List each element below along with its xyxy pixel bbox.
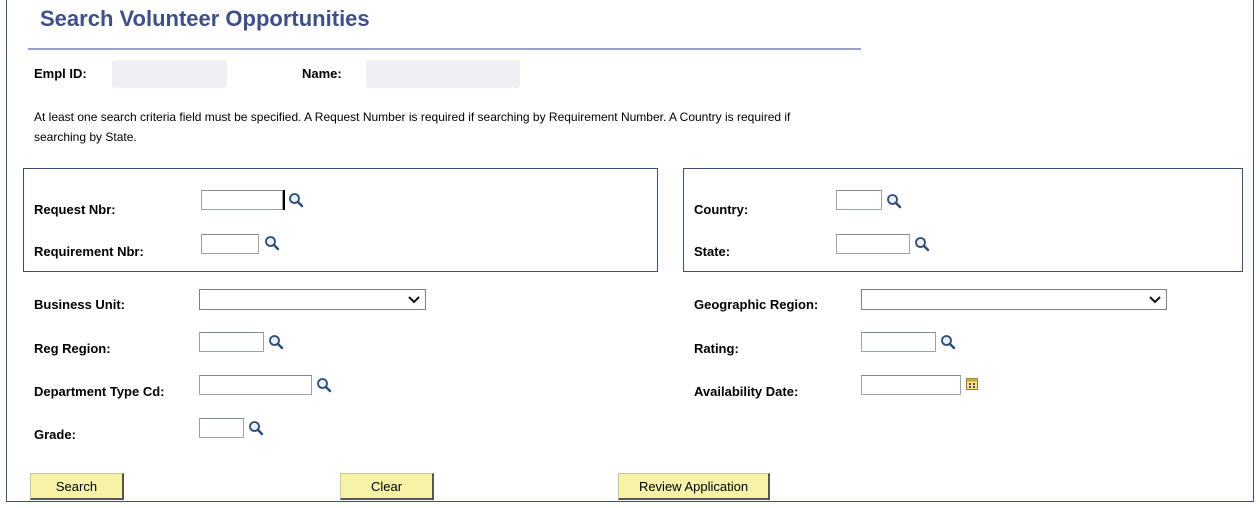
request-nbr-label: Request Nbr: [34, 202, 116, 217]
rating-label: Rating: [694, 341, 739, 356]
geographic-region-select[interactable] [861, 289, 1167, 310]
grade-input[interactable] [199, 418, 244, 438]
chevron-down-icon [408, 296, 420, 304]
review-application-button[interactable]: Review Application [618, 473, 770, 500]
reg-region-input[interactable] [199, 332, 264, 352]
geographic-region-label: Geographic Region: [694, 297, 819, 312]
name-label: Name: [302, 66, 342, 81]
rating-input[interactable] [861, 332, 936, 352]
rating-lookup-icon[interactable] [940, 334, 956, 350]
page-title: Search Volunteer Opportunities [40, 6, 370, 31]
requirement-nbr-lookup-icon[interactable] [264, 235, 280, 251]
department-type-cd-label: Department Type Cd: [34, 384, 165, 399]
search-instructions: At least one search criteria field must … [34, 110, 791, 144]
state-input[interactable] [836, 234, 910, 254]
requirement-nbr-label: Requirement Nbr: [34, 244, 144, 259]
availability-date-input[interactable] [861, 375, 961, 395]
requirement-nbr-input[interactable] [201, 234, 259, 254]
name-value-redacted [366, 60, 520, 88]
search-button[interactable]: Search [30, 473, 124, 500]
reg-region-label: Reg Region: [34, 341, 111, 356]
state-label: State: [694, 244, 731, 259]
text-cursor [283, 190, 285, 210]
state-lookup-icon[interactable] [914, 236, 930, 252]
empl-id-label: Empl ID: [34, 66, 87, 81]
calendar-icon[interactable] [966, 378, 978, 390]
business-unit-select[interactable] [199, 289, 426, 310]
department-type-cd-input[interactable] [199, 375, 312, 395]
business-unit-label: Business Unit: [34, 297, 126, 312]
empl-id-value-redacted [112, 60, 227, 88]
chevron-down-icon [1149, 296, 1161, 304]
title-divider [28, 48, 861, 50]
reg-region-lookup-icon[interactable] [268, 334, 284, 350]
department-type-cd-lookup-icon[interactable] [316, 377, 332, 393]
country-label: Country: [694, 202, 749, 217]
grade-label: Grade: [34, 427, 76, 442]
country-lookup-icon[interactable] [886, 193, 902, 209]
clear-button[interactable]: Clear [340, 473, 434, 500]
country-input[interactable] [836, 190, 882, 210]
request-nbr-lookup-icon[interactable] [288, 192, 304, 208]
grade-lookup-icon[interactable] [248, 420, 264, 436]
request-nbr-input[interactable] [201, 190, 283, 210]
location-group-box [683, 168, 1243, 272]
availability-date-label: Availability Date: [694, 384, 799, 399]
